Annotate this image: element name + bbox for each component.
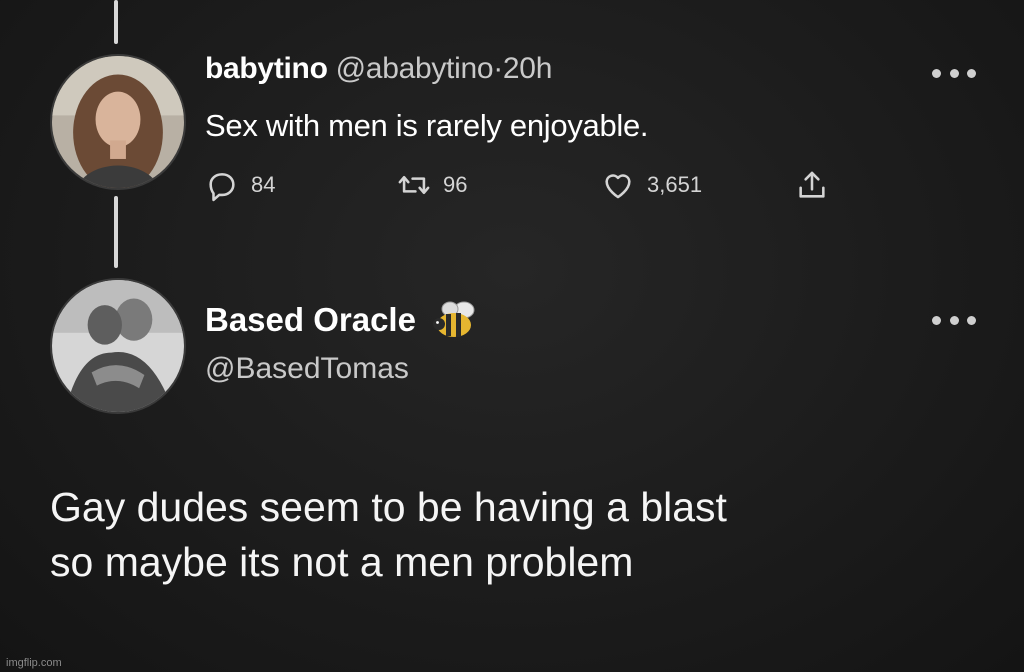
thread-line-top: [114, 0, 118, 44]
share-button[interactable]: [795, 168, 829, 202]
display-name-row: Based Oracle: [205, 298, 480, 342]
like-count: 3,651: [647, 172, 703, 197]
thread-line-connector: [114, 196, 118, 268]
watermark: imgflip.com: [6, 657, 62, 669]
tweet-header: babytino @ababytino·20h: [205, 52, 552, 86]
avatar[interactable]: [50, 278, 186, 414]
reply-icon: [209, 173, 235, 202]
tweet-text: Sex with men is rarely enjoyable.: [205, 108, 649, 143]
avatar-photo-icon: [52, 280, 184, 412]
reply-count: 84: [251, 172, 276, 197]
like-button[interactable]: 3,651: [601, 168, 702, 202]
user-handle[interactable]: @BasedTomas: [205, 352, 409, 386]
bee-icon: [432, 301, 475, 337]
tweet-timestamp[interactable]: 20h: [503, 52, 552, 85]
display-name[interactable]: Based Oracle: [205, 301, 416, 339]
tweet-text: Gay dudes seem to be having a blast so m…: [50, 480, 990, 590]
retweet-count: 96: [443, 172, 468, 197]
retweet-icon: [398, 175, 430, 195]
share-icon: [799, 171, 825, 198]
meta-separator: ·: [493, 52, 503, 85]
avatar-photo-icon: [52, 56, 184, 188]
tweet-text-line: Gay dudes seem to be having a blast: [50, 484, 727, 530]
retweet-button[interactable]: 96: [397, 168, 467, 202]
tweet-text-line: so maybe its not a men problem: [50, 539, 634, 585]
reply-button[interactable]: 84: [205, 168, 275, 202]
avatar[interactable]: [50, 54, 186, 190]
more-icon[interactable]: [932, 313, 976, 327]
user-handle[interactable]: @ababytino: [336, 52, 494, 85]
like-icon: [605, 174, 631, 199]
tweet-actions: 84 96 3,651: [205, 168, 845, 212]
display-name[interactable]: babytino: [205, 52, 328, 85]
more-icon[interactable]: [932, 66, 976, 80]
